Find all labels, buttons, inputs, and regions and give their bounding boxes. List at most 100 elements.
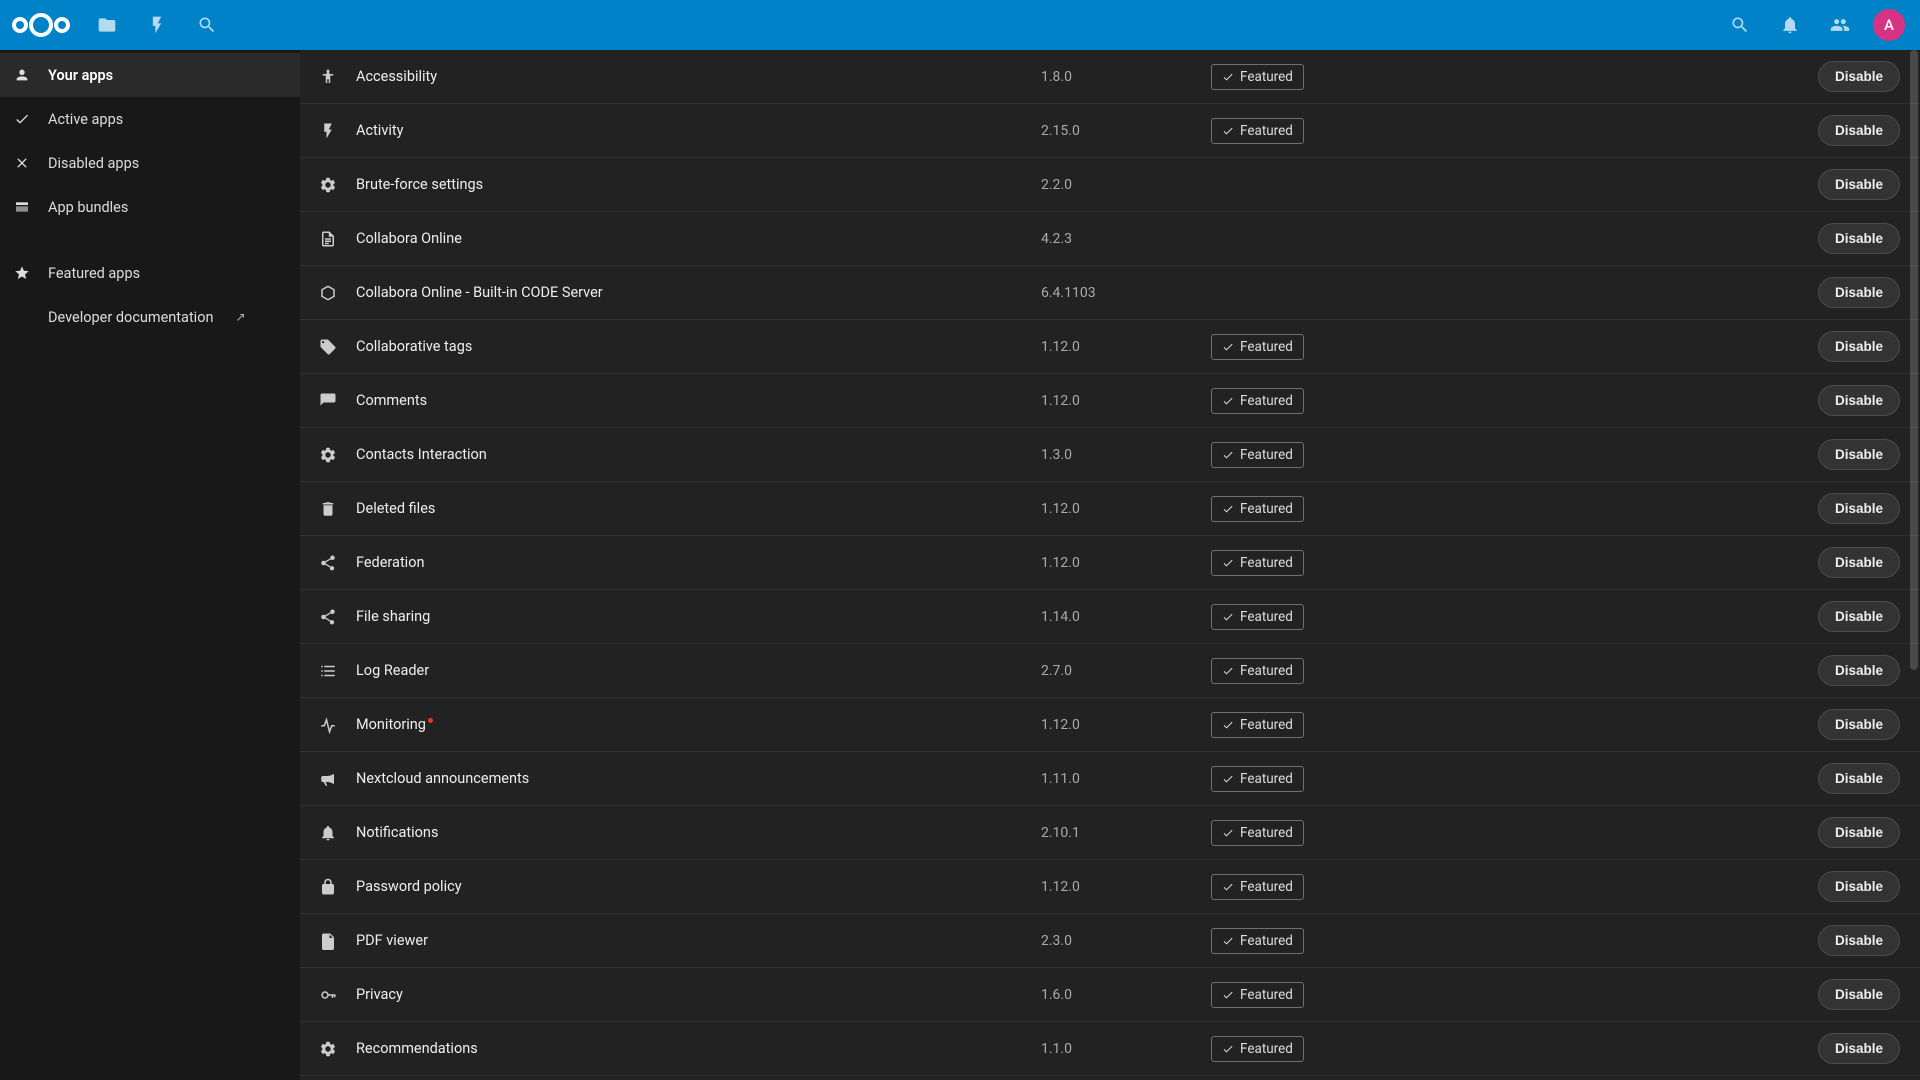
app-row[interactable]: Brute-force settings2.2.0 Disable [300,158,1920,212]
app-version: 2.3.0 [1041,933,1211,949]
app-row[interactable]: Deleted files1.12.0FeaturedDisable [300,482,1920,536]
notifications-icon[interactable] [1765,0,1815,50]
app-version: 2.2.0 [1041,177,1211,193]
app-row[interactable]: Comments1.12.0FeaturedDisable [300,374,1920,428]
app-row[interactable]: Activity2.15.0FeaturedDisable [300,104,1920,158]
app-featured-cell: Featured [1211,118,1641,144]
sidebar-item-label: Your apps [48,67,113,84]
app-row[interactable]: PDF viewer2.3.0FeaturedDisable [300,914,1920,968]
app-name: File sharing [356,608,1041,625]
featured-badge: Featured [1211,604,1304,630]
disable-button[interactable]: Disable [1818,115,1900,146]
disable-button[interactable]: Disable [1818,817,1900,848]
sidebar-item-label: App bundles [48,199,128,216]
sidebar-item-your-apps[interactable]: Your apps [0,53,300,97]
app-version: 1.11.0 [1041,771,1211,787]
sidebar-item-label: Disabled apps [48,155,139,172]
app-actions: Disable [1641,871,1900,902]
app-version: 1.12.0 [1041,339,1211,355]
app-row[interactable]: Federation1.12.0FeaturedDisable [300,536,1920,590]
header-left [10,0,232,50]
scrollbar[interactable] [1910,50,1918,1080]
sidebar-item-developer-docs[interactable]: Developer documentation↗ [0,295,300,339]
sidebar-item-label: Active apps [48,111,123,128]
app-featured-cell: Featured [1211,604,1641,630]
app-name: Collabora Online - Built-in CODE Server [356,284,1041,301]
featured-badge: Featured [1211,388,1304,414]
app-actions: Disable [1641,817,1900,848]
app-version: 6.4.1103 [1041,285,1211,301]
app-version: 1.12.0 [1041,555,1211,571]
sidebar-item-label: Featured apps [48,265,140,282]
search-nav-icon[interactable] [182,0,232,50]
app-name: Brute-force settings [356,176,1041,193]
scrollbar-thumb[interactable] [1910,50,1918,670]
disable-button[interactable]: Disable [1818,1033,1900,1064]
disable-button[interactable]: Disable [1818,763,1900,794]
app-row[interactable]: Monitoring1.12.0FeaturedDisable [300,698,1920,752]
app-actions: Disable [1641,61,1900,92]
app-actions: Disable [1641,547,1900,578]
disable-button[interactable]: Disable [1818,655,1900,686]
disable-button[interactable]: Disable [1818,979,1900,1010]
app-row[interactable]: Recommendations1.1.0Featured Disable [300,1022,1920,1076]
disable-button[interactable]: Disable [1818,709,1900,740]
user-icon [14,67,30,83]
sidebar-item-label: Developer documentation [48,309,214,326]
disable-button[interactable]: Disable [1818,223,1900,254]
featured-badge: Featured [1211,64,1304,90]
sidebar-item-active-apps[interactable]: Active apps [0,97,300,141]
app-actions: Disable [1641,385,1900,416]
app-row[interactable]: Collabora Online - Built-in CODE Server6… [300,266,1920,320]
app-row[interactable]: File sharing1.14.0FeaturedDisable [300,590,1920,644]
check-icon [14,111,30,127]
disable-button[interactable]: Disable [1818,385,1900,416]
disable-button[interactable]: Disable [1818,439,1900,470]
header: A [0,0,1920,50]
disable-button[interactable]: Disable [1818,547,1900,578]
app-version: 1.1.0 [1041,1041,1211,1057]
app-row[interactable]: Collabora Online4.2.3Disable [300,212,1920,266]
sidebar-item-featured-apps[interactable]: Featured apps [0,251,300,295]
app-row[interactable]: Notifications2.10.1FeaturedDisable [300,806,1920,860]
avatar[interactable]: A [1873,9,1905,41]
disable-button[interactable]: Disable [1818,169,1900,200]
app-row[interactable]: Contacts Interaction1.3.0FeaturedDisable [300,428,1920,482]
app-name: Collaborative tags [356,338,1041,355]
logo[interactable] [10,8,72,42]
app-row[interactable]: Nextcloud announcements1.11.0FeaturedDis… [300,752,1920,806]
files-icon[interactable] [82,0,132,50]
close-icon [14,155,30,171]
update-indicator-icon [428,718,433,723]
app-name: PDF viewer [356,932,1041,949]
contacts-icon[interactable] [1815,0,1865,50]
app-featured-cell: Featured [1211,442,1641,468]
disable-button[interactable]: Disable [1818,331,1900,362]
app-name: Recommendations [356,1040,1041,1057]
disable-button[interactable]: Disable [1818,277,1900,308]
sidebar-item-app-bundles[interactable]: App bundles [0,185,300,229]
disable-button[interactable]: Disable [1818,61,1900,92]
app-name: Contacts Interaction [356,446,1041,463]
disable-button[interactable]: Disable [1818,925,1900,956]
app-featured-cell: Featured [1211,550,1641,576]
disable-button[interactable]: Disable [1818,871,1900,902]
featured-badge: Featured [1211,550,1304,576]
featured-badge: Featured [1211,496,1304,522]
app-row[interactable]: Log Reader2.7.0FeaturedDisable [300,644,1920,698]
disable-button[interactable]: Disable [1818,493,1900,524]
app-row[interactable]: Password policy1.12.0FeaturedDisable [300,860,1920,914]
activity-icon[interactable] [132,0,182,50]
sidebar-item-disabled-apps[interactable]: Disabled apps [0,141,300,185]
app-actions: Disable [1641,709,1900,740]
app-name: Accessibility [356,68,1041,85]
app-version: 1.12.0 [1041,717,1211,733]
app-row[interactable]: Privacy1.6.0FeaturedDisable [300,968,1920,1022]
app-row[interactable]: Accessibility1.8.0FeaturedDisable [300,50,1920,104]
disable-button[interactable]: Disable [1818,601,1900,632]
search-icon[interactable] [1715,0,1765,50]
app-row[interactable]: Collaborative tags1.12.0FeaturedDisable [300,320,1920,374]
app-version: 2.7.0 [1041,663,1211,679]
app-list: Accessibility1.8.0FeaturedDisableActivit… [300,50,1920,1080]
featured-badge: Featured [1211,1036,1304,1062]
